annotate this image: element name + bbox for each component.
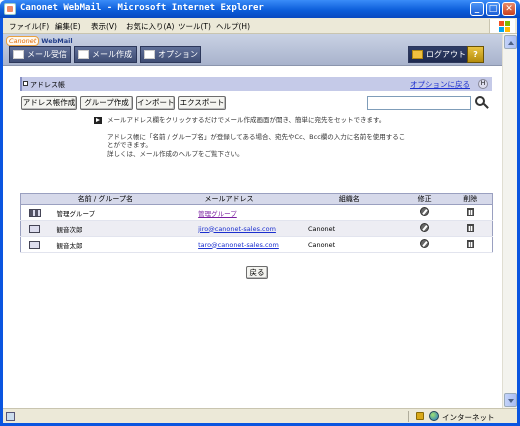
create-group-button[interactable]: グループ作成 (80, 96, 133, 110)
receive-mail-button[interactable]: メール受信 (9, 46, 71, 63)
export-button[interactable]: エクスポート (178, 96, 226, 110)
menu-file[interactable]: ファイル(F) (9, 21, 49, 32)
pencil-icon (78, 50, 89, 59)
scroll-down-icon[interactable] (504, 393, 517, 407)
page-title: アドレス帳 (30, 81, 65, 89)
compose-mail-button[interactable]: メール作成 (74, 46, 137, 63)
col-email: メールアドレス (160, 193, 298, 205)
search-button[interactable] (473, 94, 490, 111)
maximize-button[interactable]: □ (486, 2, 500, 16)
title-bar: Canonet WebMail - Microsoft Internet Exp… (0, 0, 520, 18)
app-header: Canonet WebMail メール受信 メール作成 オプション ログアウト ? (3, 34, 517, 66)
trash-icon[interactable] (466, 223, 474, 232)
info-line-1: メールアドレス欄をクリックするだけでメール作成画面が開き、簡単に宛先をセットでき… (107, 116, 386, 124)
col-org: 組織名 (297, 193, 401, 205)
info-line-2: アドレス帳に「名前 / グループ名」が登録してある場合、宛先やCc、Bcc欄の入… (107, 132, 406, 150)
logout-button[interactable]: ログアウト (408, 46, 469, 63)
section-header: アドレス帳 オプションに戻る H (20, 77, 492, 91)
canonet-logo: Canonet WebMail (6, 36, 73, 46)
menu-bar: ファイル(F) 編集(E) 表示(V) お気に入り(A) ツール(T) ヘルプ(… (3, 18, 517, 34)
col-edit: 修正 (400, 193, 449, 205)
scroll-up-icon[interactable] (504, 35, 517, 49)
help-circle-icon[interactable]: H (478, 79, 488, 89)
browser-window: Canonet WebMail - Microsoft Internet Exp… (0, 0, 520, 426)
edit-icon[interactable] (420, 207, 430, 216)
col-type (20, 193, 51, 205)
row-org (297, 204, 401, 221)
edit-icon[interactable] (420, 223, 430, 232)
row-email-link[interactable]: 管理グループ (198, 210, 237, 218)
row-name: 観音太郎 (50, 236, 161, 253)
info-line-3: 詳しくは、メール作成のヘルプをご覧下さい。 (107, 149, 244, 158)
menu-edit[interactable]: 編集(E) (55, 21, 81, 32)
lock-icon (416, 412, 424, 420)
table-row: 観音太郎 taro@canonet-sales.com Canonet (20, 236, 493, 253)
menu-help[interactable]: ヘルプ(H) (216, 21, 250, 32)
window-title: Canonet WebMail - Microsoft Internet Exp… (20, 3, 264, 13)
windows-logo-icon (489, 19, 515, 33)
options-icon (144, 50, 155, 59)
trash-icon[interactable] (466, 207, 474, 216)
internet-globe-icon (429, 411, 439, 421)
info-text: メールアドレス欄をクリックするだけでメール作成画面が開き、簡単に宛先をセットでき… (94, 116, 407, 166)
security-zone-label: インターネット (442, 413, 495, 422)
back-button[interactable]: 戻る (246, 266, 268, 279)
table-row: 観音次郎 jiro@canonet-sales.com Canonet (20, 220, 493, 237)
menu-tools[interactable]: ツール(T) (178, 21, 211, 32)
row-org: Canonet (297, 236, 401, 253)
row-name: 管理グループ (50, 204, 161, 221)
options-button[interactable]: オプション (140, 46, 201, 63)
edit-icon[interactable] (420, 239, 430, 248)
search-input[interactable] (367, 96, 471, 110)
mail-icon (13, 50, 24, 59)
ie-icon (4, 3, 16, 15)
row-email-link[interactable]: jiro@canonet-sales.com (198, 225, 276, 233)
table-header-row: 名前 / グループ名 メールアドレス 組織名 修正 削除 (20, 193, 493, 205)
close-button[interactable]: ✕ (502, 2, 516, 16)
status-bar: インターネット (3, 408, 517, 423)
section-marker-icon (23, 81, 28, 86)
row-name: 観音次郎 (50, 220, 161, 237)
logout-icon (412, 50, 423, 59)
help-button[interactable]: ? (467, 46, 484, 63)
info-arrow-icon (94, 117, 102, 124)
row-org: Canonet (297, 220, 401, 237)
page-content: Canonet WebMail メール受信 メール作成 オプション ログアウト ? (3, 34, 517, 408)
contact-card-icon (29, 240, 40, 249)
minimize-button[interactable]: _ (470, 2, 484, 16)
table-row: 管理グループ 管理グループ (20, 204, 493, 221)
vertical-scrollbar[interactable] (502, 34, 517, 408)
import-button[interactable]: インポート (136, 96, 175, 110)
page-status-icon (6, 412, 15, 421)
create-address-button[interactable]: アドレス帳作成 (21, 96, 77, 110)
menu-favorites[interactable]: お気に入り(A) (126, 21, 174, 32)
menu-view[interactable]: 表示(V) (91, 21, 117, 32)
contact-card-icon (29, 224, 40, 233)
back-to-options-link[interactable]: オプションに戻る (410, 79, 470, 90)
group-icon (29, 208, 41, 217)
address-table: 名前 / グループ名 メールアドレス 組織名 修正 削除 管理グループ 管理グル… (20, 193, 493, 253)
trash-icon[interactable] (466, 239, 474, 248)
col-name: 名前 / グループ名 (50, 193, 161, 205)
col-delete: 削除 (448, 193, 493, 205)
row-email-link[interactable]: taro@canonet-sales.com (198, 241, 279, 249)
